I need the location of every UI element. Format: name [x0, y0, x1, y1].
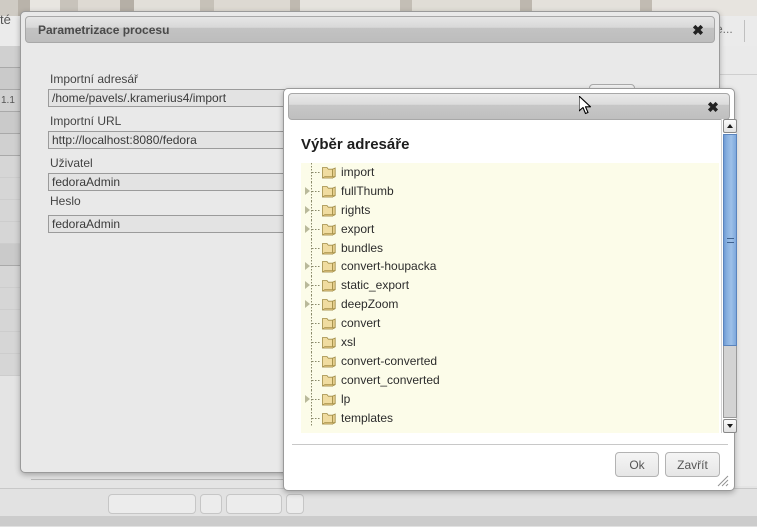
scrollbar-grip-line	[727, 238, 734, 239]
tree-item[interactable]: convert-converted	[301, 351, 719, 371]
tree-branch-line	[312, 209, 320, 211]
background-button-1[interactable]	[108, 494, 196, 514]
import-url-label: Importní URL	[50, 114, 122, 128]
tree-item-label: bundles	[341, 240, 384, 255]
scrollbar-grip-line	[727, 242, 734, 243]
chooser-titlebar[interactable]: ✖	[288, 93, 730, 120]
tree-item-label: static_export	[341, 278, 410, 293]
expand-triangle-icon[interactable]	[305, 186, 310, 195]
folder-icon	[321, 185, 336, 198]
close-button[interactable]: Zavřít	[665, 452, 720, 477]
folder-icon	[321, 393, 336, 406]
tree-item-label: import	[341, 165, 375, 179]
tree-item-label: convert-converted	[341, 353, 438, 368]
tree-item[interactable]: deepZoom	[301, 295, 719, 315]
folder-icon	[321, 260, 336, 274]
tree-branch-line	[312, 360, 320, 362]
background-bottom-strip	[0, 516, 757, 526]
parametrizace-title: Parametrizace procesu	[38, 23, 170, 37]
tree-item-label: templates	[341, 410, 394, 425]
background-button-2[interactable]	[200, 494, 222, 514]
tree-item[interactable]: templates	[301, 408, 719, 428]
tree-item[interactable]: import	[301, 163, 719, 182]
folder-icon	[321, 412, 336, 425]
tree-branch-line	[312, 342, 320, 344]
tree-item-label: export	[341, 221, 375, 236]
tree-branch-line	[312, 304, 320, 306]
folder-icon	[321, 298, 336, 311]
tree-item-label: convert	[341, 316, 381, 331]
folder-icon	[321, 223, 336, 236]
import-directory-label: Importní adresář	[50, 72, 139, 86]
tree-item-label: fullThumb	[341, 183, 394, 198]
tree-item[interactable]: convert	[301, 314, 719, 334]
expand-triangle-icon[interactable]	[305, 205, 310, 214]
tree-item[interactable]: lp	[301, 389, 719, 409]
folder-icon	[321, 317, 336, 330]
tree-item[interactable]: convert_converted	[301, 370, 719, 390]
scroll-down-icon[interactable]	[723, 419, 737, 433]
directory-chooser-dialog: ✖ Výběr adresáře import fullThumb rights ex…	[283, 88, 737, 491]
tree-branch-line	[312, 323, 320, 325]
tree-branch-line	[312, 398, 320, 400]
parametrizace-titlebar[interactable]: Parametrizace procesu ✖	[25, 16, 715, 43]
tree-item-label: rights	[341, 202, 371, 217]
tree-item[interactable]: bundles	[301, 238, 719, 258]
folder-icon	[321, 242, 336, 255]
scrollbar-thumb[interactable]	[723, 134, 737, 346]
close-icon[interactable]: ✖	[690, 21, 706, 39]
tree-item[interactable]: xsl	[301, 333, 719, 352]
tree-branch-line	[312, 172, 320, 173]
close-icon[interactable]: ✖	[705, 98, 721, 116]
directory-tree[interactable]: import fullThumb rights export bundles conver…	[301, 163, 719, 433]
chooser-heading: Výběr adresáře	[301, 136, 410, 153]
tree-item[interactable]: static_export	[301, 276, 719, 296]
background-tab-separator	[744, 20, 745, 42]
folder-icon	[321, 166, 336, 179]
tree-item[interactable]: fullThumb	[301, 181, 719, 201]
expand-triangle-icon[interactable]	[305, 262, 310, 271]
background-button-3[interactable]	[226, 494, 282, 514]
tree-item[interactable]: export	[301, 219, 719, 239]
tree-scrollbar[interactable]	[721, 119, 737, 433]
tree-item-label: lp	[341, 391, 351, 406]
folder-icon	[321, 355, 336, 368]
username-label: Uživatel	[50, 156, 93, 170]
expand-triangle-icon[interactable]	[305, 281, 310, 290]
folder-icon	[321, 374, 336, 387]
folder-icon	[321, 204, 336, 217]
expand-triangle-icon[interactable]	[305, 224, 310, 233]
tree-item-label: convert-houpacka	[341, 259, 437, 274]
expand-triangle-icon[interactable]	[305, 394, 310, 403]
tree-branch-line	[312, 417, 320, 419]
background-button-4[interactable]	[286, 494, 304, 514]
tree-item[interactable]: convert-houpacka	[301, 257, 719, 277]
tree-branch-line	[312, 228, 320, 230]
chooser-separator	[292, 444, 728, 445]
tree-branch-line	[312, 285, 320, 287]
tree-branch-line	[312, 379, 320, 381]
tree-branch-line	[312, 190, 320, 192]
tree-branch-line	[312, 266, 320, 268]
tree-item[interactable]: rights	[301, 200, 719, 220]
resize-grip-icon[interactable]	[716, 474, 729, 487]
background-left-title: té	[0, 12, 11, 27]
scroll-up-icon[interactable]	[723, 119, 737, 133]
tree-item-label: deepZoom	[341, 297, 399, 312]
folder-icon	[321, 336, 336, 349]
tree-branch-line	[312, 247, 320, 249]
ok-button[interactable]: Ok	[615, 452, 659, 477]
tree-item-label: xsl	[341, 335, 356, 350]
tree-item-label: convert_converted	[341, 372, 440, 387]
password-label: Heslo	[50, 194, 81, 208]
folder-icon	[321, 279, 336, 293]
scrollbar-lower-track[interactable]	[723, 346, 737, 418]
expand-triangle-icon[interactable]	[305, 300, 310, 309]
